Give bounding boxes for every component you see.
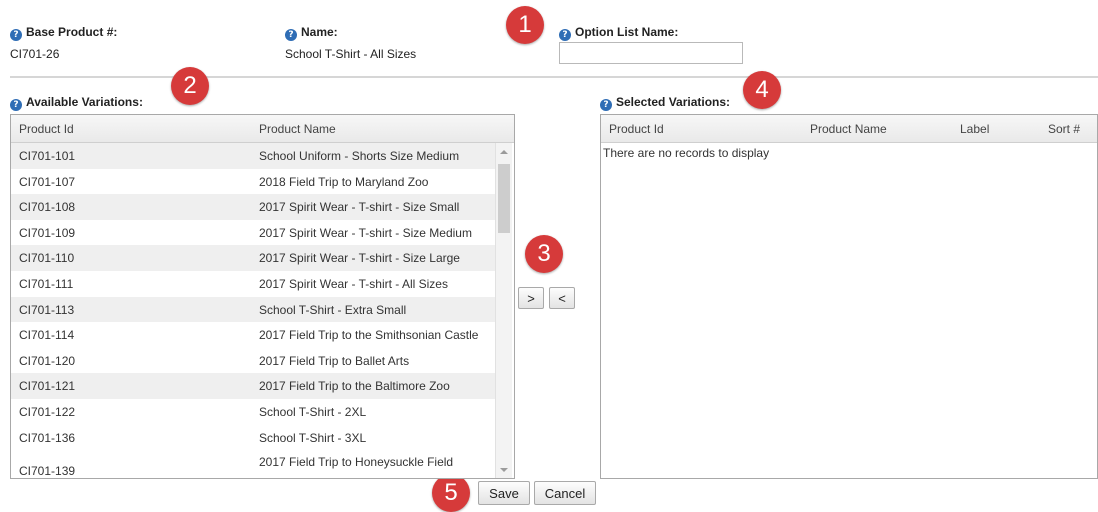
product-name-cell: 2017 Field Trip to Ballet Arts [259, 353, 410, 368]
product-id-cell: CI701-121 [19, 379, 76, 394]
product-name-cell: School T-Shirt - 2XL [259, 405, 367, 419]
selected-variations-grid: Product Id Product Name Label Sort # The… [600, 114, 1098, 479]
column-header-sort[interactable]: Sort # [1048, 122, 1080, 136]
table-row[interactable]: CI701-110 2017 Spirit Wear - T-shirt - S… [11, 245, 495, 271]
option-list-label: Option List Name: [575, 25, 679, 39]
help-icon[interactable]: ? [600, 99, 612, 111]
column-header-product-id[interactable]: Product Id [609, 122, 664, 136]
scroll-up-arrow-icon[interactable] [500, 150, 508, 154]
product-name-cell: 2017 Field Trip to the Baltimore Zoo [259, 379, 450, 394]
available-variations-title-group: ? Available Variations: [10, 95, 143, 111]
product-name-cell: 2018 Field Trip to Maryland Zoo [259, 174, 429, 189]
empty-records-message: There are no records to display [603, 146, 770, 160]
name-value: School T-Shirt - All Sizes [285, 47, 417, 61]
option-list-name-input[interactable] [559, 42, 743, 64]
table-row[interactable]: CI701-122 School T-Shirt - 2XL [11, 399, 495, 425]
save-button[interactable]: Save [478, 481, 530, 505]
name-label-group: ? Name: [285, 25, 338, 41]
vertical-scrollbar[interactable] [495, 143, 512, 478]
grid-header: Product Id Product Name [11, 115, 514, 143]
product-name-cell: 2017 Field Trip to Honeysuckle Field [259, 455, 454, 470]
help-icon[interactable]: ? [10, 99, 22, 111]
help-icon[interactable]: ? [285, 29, 297, 41]
available-variations-title: Available Variations: [26, 95, 143, 109]
product-id-cell: CI701-111 [19, 277, 74, 291]
product-id-cell: CI701-139 [19, 464, 76, 479]
remove-from-selected-button[interactable]: < [549, 287, 575, 309]
product-id-cell: CI701-120 [19, 353, 76, 368]
product-name-cell: 2017 Spirit Wear - T-shirt - Size Medium [259, 225, 472, 240]
product-name-cell: School T-Shirt - Extra Small [259, 302, 407, 317]
option-list-label-group: ? Option List Name: [559, 25, 678, 41]
grid-header: Product Id Product Name Label Sort # [601, 115, 1097, 143]
table-row[interactable]: CI701-111 2017 Spirit Wear - T-shirt - A… [11, 271, 495, 297]
product-id-cell: CI701-109 [19, 225, 76, 240]
annotation-marker-1: 1 [506, 6, 544, 44]
product-name-cell: 2017 Spirit Wear - T-shirt - Size Large [259, 251, 460, 266]
annotation-marker-5: 5 [432, 474, 470, 512]
help-icon[interactable]: ? [559, 29, 571, 41]
table-row[interactable]: CI701-136 School T-Shirt - 3XL [11, 425, 495, 451]
table-row[interactable]: CI701-101 School Uniform - Shorts Size M… [11, 143, 495, 169]
product-id-cell: CI701-113 [19, 302, 75, 317]
column-header-product-id[interactable]: Product Id [19, 122, 74, 136]
product-id-cell: CI701-136 [19, 430, 76, 445]
product-id-cell: CI701-101 [19, 149, 76, 163]
base-product-label-group: ? Base Product #: [10, 25, 117, 41]
table-row[interactable]: CI701-120 2017 Field Trip to Ballet Arts [11, 348, 495, 374]
product-id-cell: CI701-110 [19, 251, 75, 266]
base-product-label: Base Product #: [26, 25, 118, 39]
product-id-cell: CI701-122 [19, 405, 76, 419]
column-header-product-name[interactable]: Product Name [810, 122, 887, 136]
table-row[interactable]: CI701-109 2017 Spirit Wear - T-shirt - S… [11, 220, 495, 246]
selected-variations-title-group: ? Selected Variations: [600, 95, 730, 111]
column-header-product-name[interactable]: Product Name [259, 122, 336, 136]
help-icon[interactable]: ? [10, 29, 22, 41]
product-id-cell: CI701-108 [19, 200, 76, 215]
product-id-cell: CI701-107 [19, 174, 76, 189]
product-id-cell: CI701-114 [19, 328, 75, 343]
cancel-button[interactable]: Cancel [534, 481, 596, 505]
table-row[interactable]: CI701-114 2017 Field Trip to the Smithso… [11, 322, 495, 348]
table-row[interactable]: CI701-139 2017 Field Trip to Honeysuckle… [11, 450, 495, 479]
column-header-label[interactable]: Label [960, 122, 989, 136]
annotation-marker-3: 3 [525, 235, 563, 273]
table-row[interactable]: CI701-121 2017 Field Trip to the Baltimo… [11, 373, 495, 399]
product-name-cell: School Uniform - Shorts Size Medium [259, 149, 460, 163]
product-name-cell: School T-Shirt - 3XL [259, 430, 367, 445]
product-name-cell: 2017 Field Trip to the Smithsonian Castl… [259, 328, 479, 343]
selected-variations-title: Selected Variations: [616, 95, 731, 109]
available-variations-grid: Product Id Product Name CI701-101 School… [10, 114, 515, 479]
annotation-marker-2: 2 [171, 67, 209, 105]
table-row[interactable]: CI701-108 2017 Spirit Wear - T-shirt - S… [11, 194, 495, 220]
name-label: Name: [301, 25, 338, 39]
add-to-selected-button[interactable]: > [518, 287, 544, 309]
scroll-thumb[interactable] [498, 164, 510, 233]
table-row[interactable]: CI701-107 2018 Field Trip to Maryland Zo… [11, 169, 495, 195]
product-name-cell: 2017 Spirit Wear - T-shirt - Size Small [259, 200, 460, 215]
product-name-cell: 2017 Spirit Wear - T-shirt - All Sizes [259, 277, 448, 291]
base-product-value: CI701-26 [10, 47, 60, 61]
scroll-down-arrow-icon[interactable] [500, 468, 508, 472]
annotation-marker-4: 4 [743, 71, 781, 109]
table-row[interactable]: CI701-113 School T-Shirt - Extra Small [11, 296, 495, 323]
